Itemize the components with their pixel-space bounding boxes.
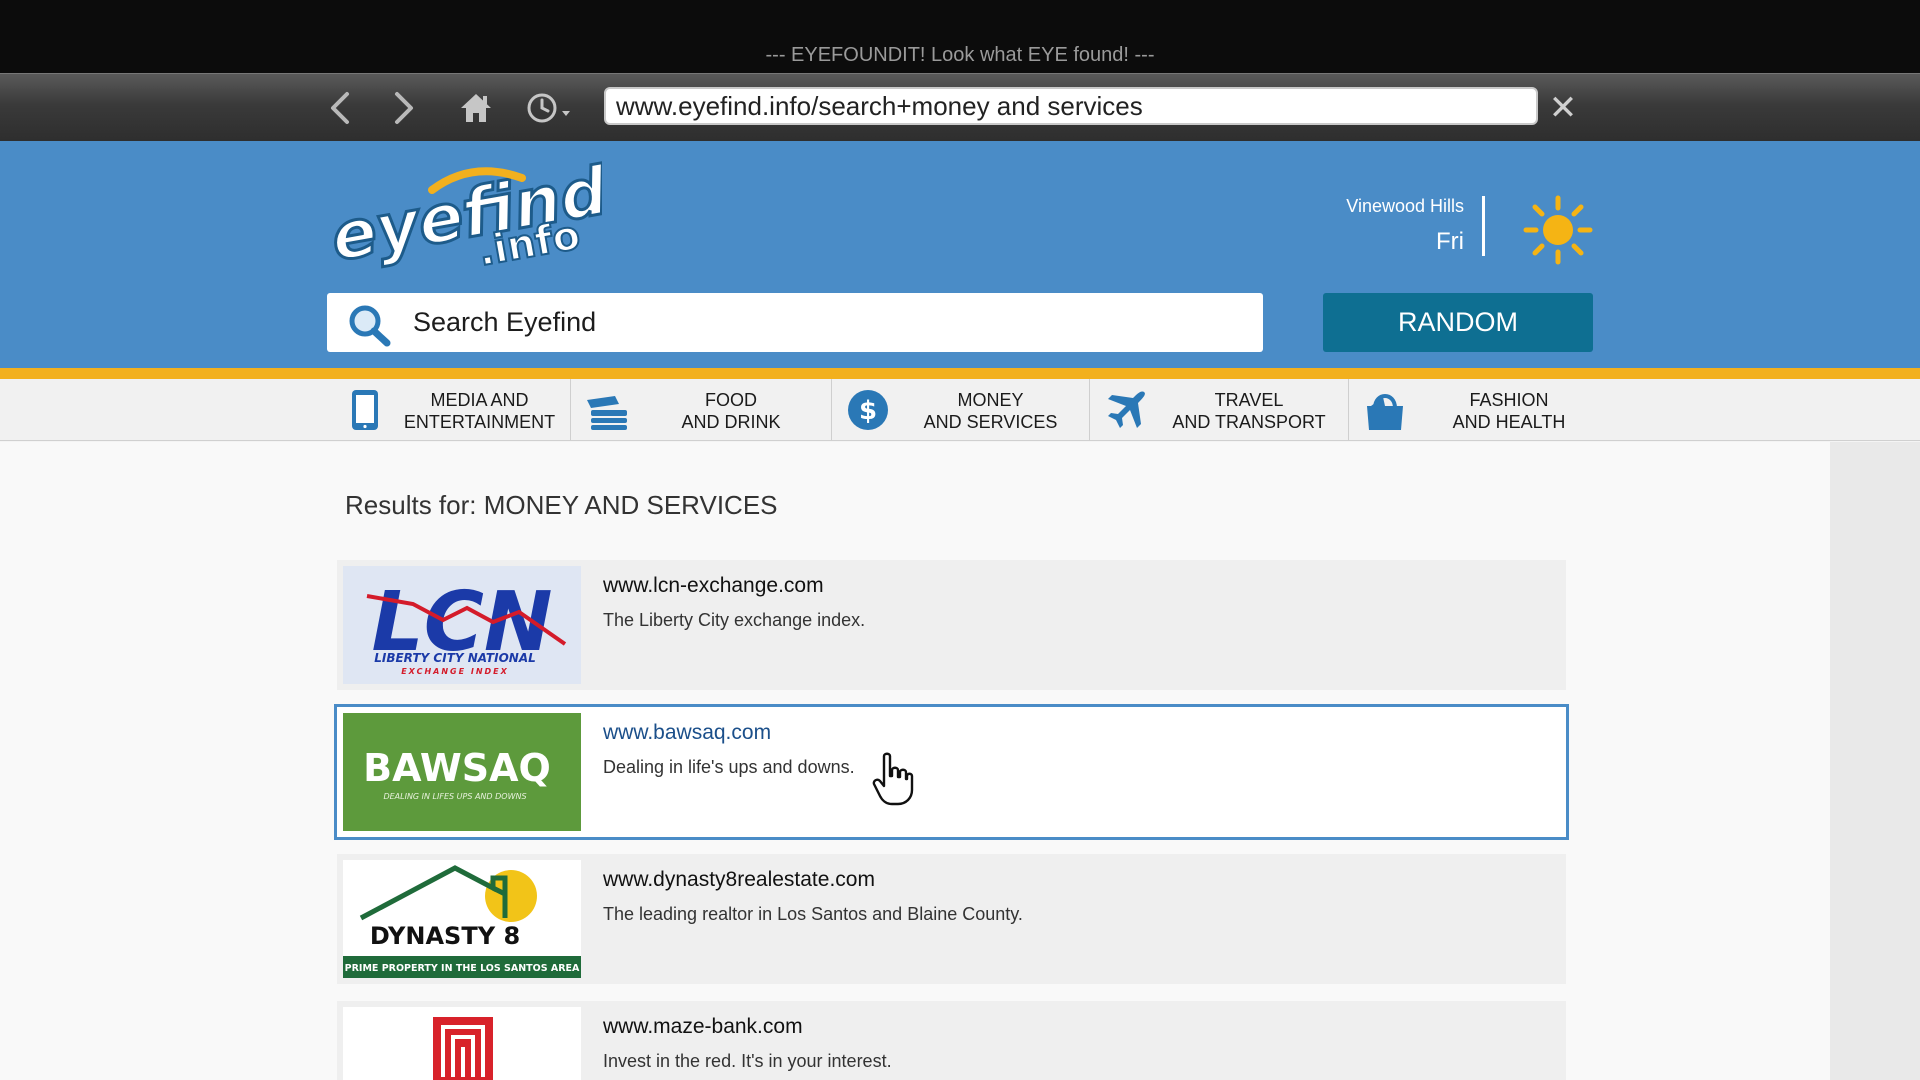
search-placeholder: Search Eyefind [413,307,597,337]
result-item-bawsaq[interactable]: BAWSAQ DEALING IN LIFES UPS AND DOWNS ww… [334,704,1569,840]
result-url[interactable]: www.lcn-exchange.com [603,574,824,598]
category-label: FOOD AND DRINK [681,390,781,432]
browser-window: --- EYEFOUNDIT! Look what EYE found! ---… [0,0,1920,1080]
category-fashion-health[interactable]: FASHION AND HEALTH [1349,379,1609,441]
result-item-lcn[interactable]: LCN LIBERTY CITY NATIONAL EXCHANGE INDEX… [337,560,1566,690]
result-item-dynasty8[interactable]: DYNASTY 8 PRIME PROPERTY IN THE LOS SANT… [337,854,1566,984]
lcn-logo: LCN LIBERTY CITY NATIONAL EXCHANGE INDEX [343,566,581,684]
result-item-maze-bank[interactable]: www.maze-bank.com Invest in the red. It'… [337,1001,1566,1080]
result-description: The Liberty City exchange index. [603,610,866,630]
category-nav: MEDIA AND ENTERTAINMENT FOOD AND DRINK $ M… [0,379,1920,441]
home-button[interactable] [454,86,498,130]
sun-icon [1523,195,1593,265]
eyefind-logo[interactable]: eyefind .info [322,150,602,280]
category-media-entertainment[interactable]: MEDIA AND ENTERTAINMENT [329,379,571,441]
home-icon [461,94,491,122]
weather-location: Vinewood Hills [1346,196,1464,216]
back-button[interactable] [318,86,362,130]
result-url[interactable]: www.bawsaq.com [603,721,771,745]
category-travel-transport[interactable]: TRAVEL AND TRANSPORT [1090,379,1349,441]
result-url[interactable]: www.maze-bank.com [603,1015,803,1039]
close-icon[interactable]: ✕ [1544,86,1582,130]
category-label: FASHION AND HEALTH [1452,390,1566,432]
burger-icon [587,396,627,430]
search-icon [349,305,391,347]
history-button[interactable] [524,86,580,130]
dollar-icon: $ [848,390,888,430]
svg-text:LIBERTY CITY NATIONAL: LIBERTY CITY NATIONAL [374,651,536,665]
tablet-icon [352,390,378,430]
svg-text:BAWSAQ: BAWSAQ [363,746,551,790]
category-label: TRAVEL AND TRANSPORT [1172,390,1326,432]
category-label: MONEY AND SERVICES [923,390,1058,432]
category-label: MEDIA AND ENTERTAINMENT [403,390,556,432]
browser-toolbar: www.eyefind.info/search+money and servic… [0,73,1920,141]
chevron-left-icon [331,92,349,124]
airplane-icon [1108,391,1145,428]
window-title-bar: --- EYEFOUNDIT! Look what EYE found! --- [0,0,1920,73]
svg-text:EXCHANGE INDEX: EXCHANGE INDEX [401,667,509,676]
hand-cursor-icon [872,752,914,806]
header-accent-bar [0,368,1920,379]
weather-day: Fri [1436,228,1464,255]
shopping-bag-icon [1367,394,1403,430]
clock-dropdown-icon [527,93,570,123]
category-money-services[interactable]: $ MONEY AND SERVICES [832,379,1090,441]
search-input[interactable]: Search Eyefind [327,293,1263,352]
svg-text:DEALING IN LIFES UPS AND DOWNS: DEALING IN LIFES UPS AND DOWNS [383,792,526,801]
window-title: --- EYEFOUNDIT! Look what EYE found! --- [765,44,1155,66]
svg-text:$: $ [859,396,877,426]
result-url[interactable]: www.dynasty8realestate.com [603,868,875,892]
random-button[interactable]: RANDOM [1323,293,1593,352]
maze-bank-logo [343,1007,581,1080]
result-description: The leading realtor in Los Santos and Bl… [603,904,1023,924]
result-description: Dealing in life's ups and downs. [603,757,855,777]
svg-text:PRIME PROPERTY IN THE LOS SANT: PRIME PROPERTY IN THE LOS SANTOS AREA [345,963,580,974]
chevron-right-icon [395,92,413,124]
scrollbar-track[interactable] [1830,442,1920,1080]
svg-text:DYNASTY 8: DYNASTY 8 [370,922,520,950]
weather-divider [1482,196,1485,256]
address-bar[interactable]: www.eyefind.info/search+money and servic… [604,87,1538,125]
results-title: Results for: MONEY AND SERVICES [345,490,778,520]
dynasty8-logo: DYNASTY 8 PRIME PROPERTY IN THE LOS SANT… [343,860,581,978]
category-food-drink[interactable]: FOOD AND DRINK [571,379,832,441]
result-description: Invest in the red. It's in your interest… [603,1051,892,1071]
bawsaq-logo: BAWSAQ DEALING IN LIFES UPS AND DOWNS [343,713,581,831]
forward-button[interactable] [382,86,426,130]
